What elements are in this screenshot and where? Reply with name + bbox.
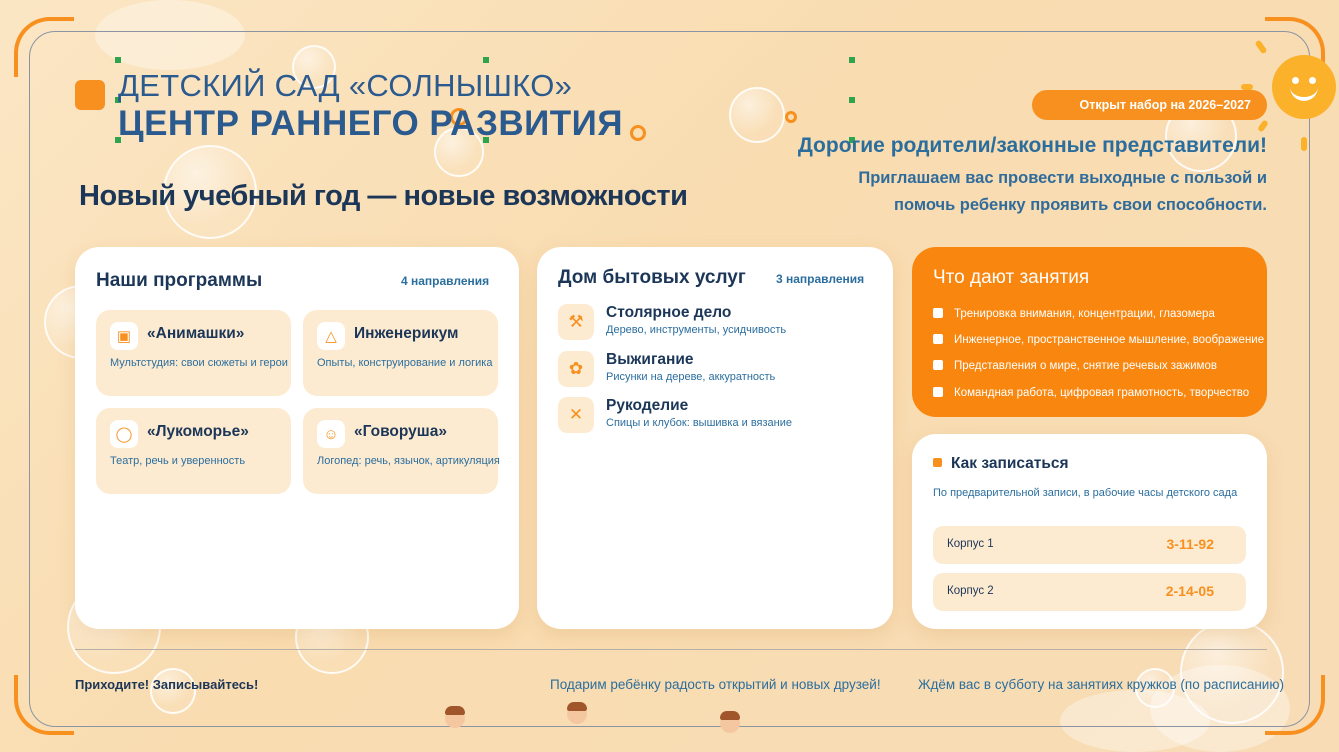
benefit-text: Инженерное, пространственное мышление, в… — [954, 334, 1265, 346]
program-desc: Мультстудия: свои сюжеты и герои — [110, 357, 288, 369]
burner-icon: ✿ — [558, 351, 594, 387]
program-card-animashki[interactable]: ▣ «Анимашки» Мультстудия: свои сюжеты и … — [96, 310, 291, 396]
center-title[interactable]: ЦЕНТР РАННЕГО РАЗВИТИЯ — [118, 104, 623, 144]
hammer-icon: ⚒ — [558, 304, 594, 340]
benefit-item: Тренировка внимания, концентрации, глазо… — [933, 308, 1215, 320]
checkbox-icon — [933, 360, 943, 370]
selection-handle[interactable] — [483, 57, 489, 63]
checkbox-icon — [933, 387, 943, 397]
selection-handle[interactable] — [849, 97, 855, 103]
services-card[interactable]: Дом бытовых услуг 3 направления ⚒ Столяр… — [537, 247, 893, 629]
greeting-text[interactable]: Приглашаем вас провести выходные с польз… — [807, 165, 1267, 219]
service-name: Выжигание — [606, 351, 694, 368]
benefit-text: Тренировка внимания, концентрации, глазо… — [954, 308, 1215, 320]
program-desc: Логопед: речь, язычок, артикуляция — [317, 455, 500, 467]
selection-handle[interactable] — [115, 57, 121, 63]
phone-row[interactable]: Корпус 2 2-14-05 — [933, 573, 1246, 611]
flask-icon: △ — [317, 322, 345, 350]
program-name: «Анимашки» — [147, 325, 245, 342]
sun-ray — [1241, 84, 1253, 90]
footer-right[interactable]: Ждём вас в субботу на занятиях кружков (… — [918, 677, 1284, 692]
service-name: Столярное дело — [606, 304, 732, 321]
programs-card[interactable]: Наши программы 4 направления ▣ «Анимашки… — [75, 247, 519, 629]
program-name: «Лукоморье» — [147, 423, 249, 440]
checkbox-icon — [933, 334, 943, 344]
program-card-govorusha[interactable]: ☺ «Говоруша» Логопед: речь, язычок, арти… — [303, 408, 500, 494]
phone-row[interactable]: Корпус 1 3-11-92 — [933, 526, 1246, 564]
program-name: «Говоруша» — [354, 423, 447, 440]
services-title: Дом бытовых услуг — [558, 267, 746, 288]
child-face-icon — [720, 711, 740, 733]
child-face-icon — [445, 706, 465, 728]
checkbox-icon — [933, 308, 943, 318]
service-name: Рукоделие — [606, 397, 689, 414]
selection-handle[interactable] — [849, 57, 855, 63]
speech-bubble-icon: ◯ — [110, 420, 138, 448]
face-icon: ☺ — [317, 420, 345, 448]
greeting-title[interactable]: Дорогие родители/законные представители! — [798, 134, 1267, 158]
program-card-engineerikum[interactable]: △ Инженерикум Опыты, конструирование и л… — [303, 310, 498, 396]
yarn-icon: ✕ — [558, 397, 594, 433]
phone-label: Корпус 2 — [947, 585, 994, 597]
footer-left[interactable]: Приходите! Записывайтесь! — [75, 677, 258, 692]
kindergarten-title[interactable]: ДЕТСКИЙ САД «СОЛНЫШКО» — [118, 68, 572, 104]
benefit-item: Инженерное, пространственное мышление, в… — [933, 334, 1264, 346]
enroll-subtitle: По предварительной записи, в рабочие час… — [933, 487, 1238, 499]
program-desc: Опыты, конструирование и логика — [317, 357, 493, 369]
film-icon: ▣ — [110, 322, 138, 350]
child-face-icon — [567, 702, 587, 724]
footer-middle[interactable]: Подарим ребёнку радость открытий и новых… — [550, 677, 881, 692]
benefits-card[interactable]: Что дают занятия Тренировка внимания, ко… — [912, 247, 1267, 417]
benefit-text: Представления о мире, снятие речевых заж… — [954, 360, 1217, 372]
page-headline[interactable]: Новый учебный год — новые возможности — [79, 180, 688, 213]
benefits-title: Что дают занятия — [933, 267, 1090, 288]
enroll-title: Как записаться — [951, 455, 1069, 472]
footer-divider — [75, 649, 1267, 650]
enrollment-badge-label: Открыт набор на 2026–2027 — [1079, 98, 1251, 112]
enrollment-badge[interactable]: Открыт набор на 2026–2027 — [1032, 90, 1267, 120]
phone-number[interactable]: 2-14-05 — [1166, 583, 1214, 599]
program-name: Инженерикум — [354, 325, 459, 342]
service-desc: Рисунки на дереве, аккуратность — [606, 371, 776, 383]
programs-count: 4 направления — [401, 274, 490, 288]
enroll-card[interactable]: Как записаться По предварительной записи… — [912, 434, 1267, 629]
service-desc: Спицы и клубок: вышивка и вязание — [606, 417, 792, 429]
program-card-lukomorye[interactable]: ◯ «Лукоморье» Театр, речь и уверенность — [96, 408, 291, 494]
sun-smiley-icon — [1272, 55, 1336, 119]
bullet-icon — [933, 458, 942, 467]
program-desc: Театр, речь и уверенность — [110, 455, 246, 467]
services-count: 3 направления — [776, 272, 865, 286]
benefit-item: Командная работа, цифровая грамотность, … — [933, 387, 1249, 399]
phone-label: Корпус 1 — [947, 538, 994, 550]
service-desc: Дерево, инструменты, усидчивость — [606, 324, 787, 336]
benefit-text: Командная работа, цифровая грамотность, … — [954, 387, 1250, 399]
benefit-item: Представления о мире, снятие речевых заж… — [933, 360, 1217, 372]
sun-ray — [1301, 137, 1307, 151]
programs-title: Наши программы — [96, 270, 263, 291]
phone-number[interactable]: 3-11-92 — [1167, 536, 1214, 552]
logo-mark — [75, 80, 105, 110]
